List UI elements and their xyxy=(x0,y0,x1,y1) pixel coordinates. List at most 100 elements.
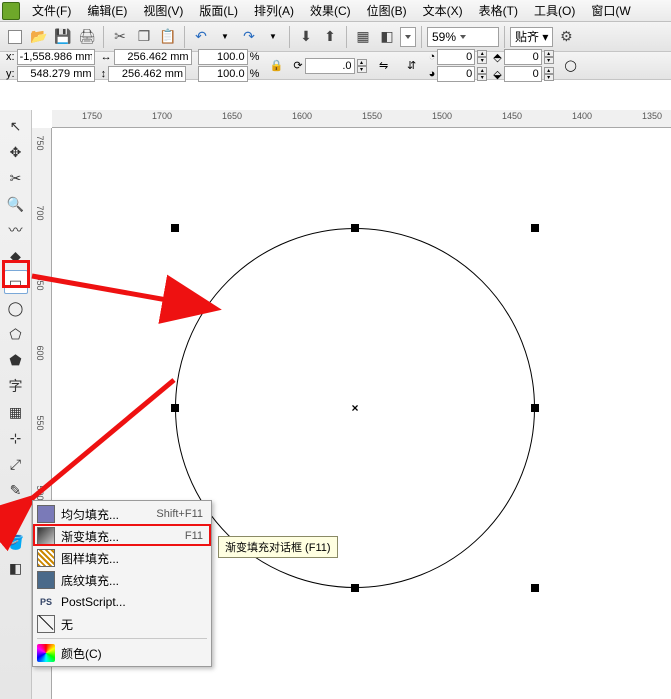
b2-field[interactable] xyxy=(504,66,542,82)
print-icon: 🖨 xyxy=(78,28,96,45)
menu-postscript-fill[interactable]: PS PostScript... xyxy=(33,591,211,613)
fill-context-menu: 均匀填充... Shift+F11 渐变填充... F11 图样填充... 底纹… xyxy=(32,500,212,667)
import-button[interactable]: ⬇ xyxy=(295,26,317,48)
snap-combo[interactable]: 贴齐 ▾ xyxy=(510,27,553,47)
undo-dd[interactable]: ▼ xyxy=(214,26,236,48)
arc-end-field[interactable] xyxy=(437,66,475,82)
curve-icon: ◯ xyxy=(565,59,577,72)
pick-tool[interactable]: ↖ xyxy=(4,114,28,138)
app-launcher[interactable]: ▦ xyxy=(352,26,374,48)
texture-fill-icon xyxy=(37,571,55,589)
new-button[interactable] xyxy=(4,26,26,48)
separator xyxy=(184,26,185,48)
save-button[interactable]: 💾 xyxy=(52,26,74,48)
menu-color[interactable]: 颜色(C) xyxy=(33,642,211,664)
freehand-tool[interactable]: 〰 xyxy=(4,218,28,242)
handle-s[interactable] xyxy=(351,584,359,592)
ellipse-tool[interactable]: ◯ xyxy=(4,296,28,320)
menu-texture-fill[interactable]: 底纹填充... xyxy=(33,569,211,591)
outline-tool[interactable]: ◊ xyxy=(4,504,28,528)
rectangle-tool[interactable]: ▭ xyxy=(4,270,28,294)
spinner[interactable]: ▴▾ xyxy=(477,67,487,81)
percent-icon: % xyxy=(250,68,260,80)
height-field[interactable] xyxy=(108,66,186,82)
scale-x-field[interactable] xyxy=(198,49,248,65)
dimension-tool[interactable]: ⊹ xyxy=(4,426,28,450)
horizontal-ruler[interactable]: 1750 1700 1650 1600 1550 1500 1450 1400 … xyxy=(52,110,671,128)
cut-button[interactable]: ✂ xyxy=(109,26,131,48)
menu-pattern-fill[interactable]: 图样填充... xyxy=(33,547,211,569)
b1-field[interactable] xyxy=(504,49,542,65)
export-icon: ⬆ xyxy=(324,28,336,45)
spinner[interactable]: ▴▾ xyxy=(544,50,554,64)
copy-icon: ❐ xyxy=(138,28,151,45)
open-button[interactable]: 📂 xyxy=(28,26,50,48)
options-combo[interactable] xyxy=(400,27,416,47)
handle-se[interactable] xyxy=(531,584,539,592)
x-field[interactable] xyxy=(17,49,95,65)
handle-nw[interactable] xyxy=(171,224,179,232)
y-field[interactable] xyxy=(17,66,95,82)
handle-n[interactable] xyxy=(351,224,359,232)
interactive-fill-tool[interactable]: ◧ xyxy=(4,556,28,580)
paste-button[interactable]: 📋 xyxy=(157,26,179,48)
export-button[interactable]: ⬆ xyxy=(319,26,341,48)
redo-dd[interactable]: ▼ xyxy=(262,26,284,48)
eyedropper-tool[interactable]: ✎ xyxy=(4,478,28,502)
x-label: x: xyxy=(6,51,15,63)
rotation-field[interactable] xyxy=(305,58,355,74)
zoom-tool[interactable]: 🔍 xyxy=(4,192,28,216)
arc-icon: ◕ xyxy=(429,68,436,80)
menu-edit[interactable]: 编辑(E) xyxy=(79,0,135,21)
menu-effects[interactable]: 效果(C) xyxy=(302,0,359,21)
spinner[interactable]: ▴▾ xyxy=(357,59,367,73)
welcome-button[interactable]: ◧ xyxy=(376,26,398,48)
lock-ratio-button[interactable]: 🔒 xyxy=(265,55,287,77)
menu-text[interactable]: 文本(X) xyxy=(415,0,471,21)
spinner[interactable]: ▴▾ xyxy=(544,67,554,81)
menu-layout[interactable]: 版面(L) xyxy=(191,0,246,21)
scale-y-field[interactable] xyxy=(198,66,248,82)
menu-table[interactable]: 表格(T) xyxy=(471,0,526,21)
basic-shapes-tool[interactable]: ⬟ xyxy=(4,348,28,372)
text-tool[interactable]: 字 xyxy=(4,374,28,398)
menu-bitmap[interactable]: 位图(B) xyxy=(359,0,415,21)
menu-tools[interactable]: 工具(O) xyxy=(526,0,583,21)
menu-arrange[interactable]: 排列(A) xyxy=(246,0,302,21)
fill-tool[interactable]: 🪣 xyxy=(4,530,28,554)
options-button[interactable]: ⚙ xyxy=(555,26,577,48)
connector-tool[interactable]: ⤢ xyxy=(4,452,28,476)
undo-button[interactable]: ↶ xyxy=(190,26,212,48)
zoom-combo[interactable]: 59% xyxy=(427,27,499,47)
menu-file[interactable]: 文件(F) xyxy=(24,0,79,21)
handle-w[interactable] xyxy=(171,404,179,412)
app-icon xyxy=(2,2,20,20)
print-button[interactable]: 🖨 xyxy=(76,26,98,48)
menu-no-fill[interactable]: 无 xyxy=(33,613,211,635)
crop-tool[interactable]: ✂ xyxy=(4,166,28,190)
to-curve-button[interactable]: ◯ xyxy=(560,55,582,77)
menu-gradient-fill[interactable]: 渐变填充... F11 xyxy=(33,525,211,547)
smart-fill-tool[interactable]: ◆ xyxy=(4,244,28,268)
redo-button[interactable]: ↷ xyxy=(238,26,260,48)
width-field[interactable] xyxy=(114,49,192,65)
gradient-fill-icon xyxy=(37,527,55,545)
menu-window[interactable]: 窗口(W xyxy=(583,0,638,21)
mirror-v-button[interactable]: ⇵ xyxy=(401,55,423,77)
copy-button[interactable]: ❐ xyxy=(133,26,155,48)
handle-ne[interactable] xyxy=(531,224,539,232)
table-tool[interactable]: ▦ xyxy=(4,400,28,424)
arc-start-field[interactable] xyxy=(437,49,475,65)
color-icon xyxy=(37,644,55,662)
pie-icon: ⬙ xyxy=(493,68,501,81)
handle-e[interactable] xyxy=(531,404,539,412)
y-label: y: xyxy=(6,68,15,80)
launcher-icon: ▦ xyxy=(356,28,369,45)
shape-tool[interactable]: ✥ xyxy=(4,140,28,164)
spinner[interactable]: ▴▾ xyxy=(477,50,487,64)
menu-view[interactable]: 视图(V) xyxy=(135,0,191,21)
polygon-tool[interactable]: ⬠ xyxy=(4,322,28,346)
menu-uniform-fill[interactable]: 均匀填充... Shift+F11 xyxy=(33,503,211,525)
mirror-h-button[interactable]: ⇋ xyxy=(373,55,395,77)
menu-separator xyxy=(37,638,207,639)
